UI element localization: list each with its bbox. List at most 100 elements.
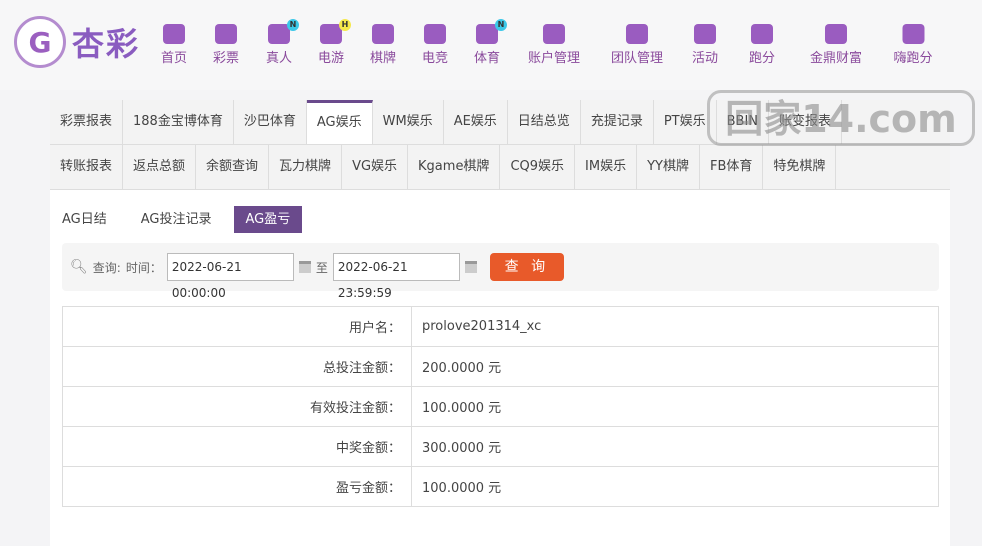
tab[interactable]: 188金宝博体育 — [123, 100, 234, 144]
gamepad-icon: H — [319, 19, 351, 44]
nav-label: 电竞 — [421, 51, 449, 66]
trophy-icon: N — [475, 19, 507, 44]
tab[interactable]: 瓦力棋牌 — [269, 145, 343, 189]
nav-item[interactable]: 跑分 — [749, 24, 775, 66]
tab[interactable]: VG娱乐 — [342, 145, 409, 189]
row-value: 200.0000 元 — [411, 346, 939, 387]
nav-item[interactable]: 棋牌 — [370, 24, 396, 66]
logo-icon: G — [14, 16, 66, 68]
nav-item[interactable]: 电竞 — [422, 24, 448, 66]
treasure-icon — [824, 24, 847, 44]
gift-icon — [693, 24, 716, 44]
header: G 杏彩 首页 彩票 N 真人 H 电游 棋牌 电竞 N 体育 账户管理 团队管理 活动 跑分 金鼎财富 嗨跑… — [0, 0, 982, 90]
nav-label: 跑分 — [748, 51, 776, 66]
row-label: 用户名： — [62, 306, 412, 347]
tab[interactable]: PT娱乐 — [654, 100, 717, 144]
subtab[interactable]: AG投注记录 — [129, 206, 224, 233]
tab[interactable]: 日结总览 — [508, 100, 581, 144]
nav-label: 活动 — [691, 51, 719, 66]
tab[interactable]: WM娱乐 — [373, 100, 444, 144]
yen-icon — [542, 24, 565, 44]
tab[interactable]: YY棋牌 — [637, 145, 700, 189]
tab-row-1: 彩票报表 188金宝博体育 沙巴体育 AG娱乐 WM娱乐 AE娱乐 日结总览 充提记录 PT娱乐… — [50, 100, 950, 145]
to-label: 至 — [315, 260, 328, 275]
tab[interactable]: FB体育 — [700, 145, 764, 189]
table-row: 中奖金额： 300.0000 元 — [62, 426, 939, 467]
logo[interactable]: G 杏彩 — [14, 16, 140, 68]
home-icon — [162, 24, 185, 44]
cards-icon — [371, 24, 394, 44]
tab[interactable]: 返点总额 — [123, 145, 197, 189]
nav-label: 彩票 — [212, 51, 240, 66]
table-row: 用户名： prolove201314_xc — [62, 306, 939, 347]
ticket-icon — [214, 24, 237, 44]
tab[interactable]: 转账报表 — [50, 145, 124, 189]
tab[interactable]: 沙巴体育 — [234, 100, 307, 144]
row-label: 中奖金额： — [62, 426, 412, 467]
subtabs: AG日结 AG投注记录 AG盈亏 — [50, 206, 312, 233]
tab[interactable]: CQ9娱乐 — [500, 145, 576, 189]
nav-item[interactable]: 嗨跑分 — [893, 24, 933, 66]
table-row: 有效投注金额： 100.0000 元 — [62, 386, 939, 427]
hi-icon — [901, 24, 924, 44]
nav-item[interactable]: N 真人 — [265, 19, 299, 66]
time-label: 时间： — [125, 260, 162, 275]
query-label: 查询: — [92, 260, 121, 275]
row-label: 盈亏金额： — [62, 466, 412, 507]
result-table: 用户名： prolove201314_xc 总投注金额： 200.0000 元有效投注… — [62, 306, 939, 507]
nav-item[interactable]: 活动 — [692, 24, 718, 66]
badge: N — [494, 19, 507, 31]
row-value: 100.0000 元 — [411, 466, 939, 507]
subtab[interactable]: AG盈亏 — [233, 206, 303, 233]
badge: N — [286, 19, 299, 31]
tab[interactable]: 彩票报表 — [50, 100, 124, 144]
query-bar: 🔍︎ 查询: 时间： 2022-06-21 00:00:00 至 2022-06… — [62, 243, 939, 300]
table-row: 总投注金额： 200.0000 元 — [62, 346, 939, 387]
search-icon: 🔍︎ — [70, 259, 88, 275]
nav-label: 金鼎财富 — [809, 51, 863, 66]
nav-label: 嗨跑分 — [893, 51, 933, 66]
nav-label: 团队管理 — [610, 51, 664, 66]
tab[interactable]: IM娱乐 — [575, 145, 638, 189]
nav-label: 体育 — [473, 51, 501, 66]
calendar-icon[interactable] — [464, 261, 477, 273]
row-value: prolove201314_xc — [411, 306, 939, 347]
nav-label: 真人 — [265, 51, 293, 66]
tab[interactable]: 特免棋牌 — [763, 145, 837, 189]
start-time-input[interactable]: 2022-06-21 00:00:00 — [166, 253, 294, 300]
tab-row-2: 转账报表 返点总额 余额查询 瓦力棋牌 VG娱乐 Kgame棋牌 CQ9娱乐 IM娱乐 YY棋牌… — [50, 145, 950, 190]
team-icon — [625, 24, 648, 44]
nav-label: 首页 — [160, 51, 188, 66]
tab[interactable]: AG娱乐 — [306, 100, 373, 144]
person-icon: N — [267, 19, 299, 44]
tab[interactable]: 余额查询 — [196, 145, 270, 189]
end-time-input[interactable]: 2022-06-21 23:59:59 — [332, 253, 460, 300]
row-value: 100.0000 元 — [411, 386, 939, 427]
nav-label: 电游 — [317, 51, 345, 66]
nav-item[interactable]: 团队管理 — [611, 24, 663, 66]
nav-item[interactable]: 首页 — [161, 24, 187, 66]
badge: H — [338, 19, 351, 31]
tab[interactable]: Kgame棋牌 — [408, 145, 501, 189]
tab[interactable]: BBIN — [717, 100, 770, 144]
subtab[interactable]: AG日结 — [50, 206, 119, 233]
row-label: 总投注金额： — [62, 346, 412, 387]
rhino-icon — [750, 24, 773, 44]
table-row: 盈亏金额： 100.0000 元 — [62, 466, 939, 507]
row-value: 300.0000 元 — [411, 426, 939, 467]
report-panel: 彩票报表 188金宝博体育 沙巴体育 AG娱乐 WM娱乐 AE娱乐 日结总览 充提记录 PT娱乐… — [50, 100, 950, 546]
gamepad-icon — [423, 24, 446, 44]
nav-item[interactable]: H 电游 — [317, 19, 351, 66]
query-button[interactable]: 查 询 — [489, 253, 564, 281]
tab[interactable]: 充提记录 — [581, 100, 654, 144]
nav-item[interactable]: 金鼎财富 — [810, 24, 862, 66]
tab[interactable]: 账变报表 — [769, 100, 843, 144]
tab[interactable]: AE娱乐 — [444, 100, 508, 144]
nav-item[interactable]: N 体育 — [473, 19, 507, 66]
nav-item[interactable]: 账户管理 — [528, 24, 580, 66]
nav-label: 账户管理 — [527, 51, 581, 66]
calendar-icon[interactable] — [298, 261, 311, 273]
nav-label: 棋牌 — [369, 51, 397, 66]
nav-item[interactable]: 彩票 — [213, 24, 239, 66]
logo-text: 杏彩 — [72, 25, 141, 63]
